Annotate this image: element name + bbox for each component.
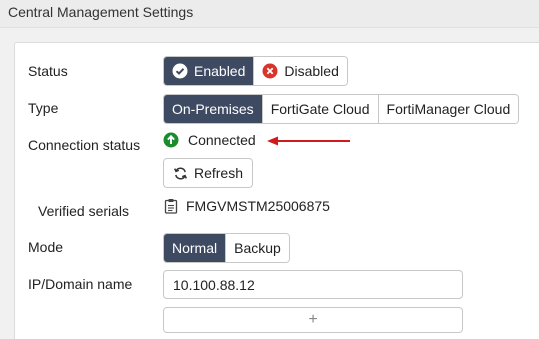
refresh-label: Refresh bbox=[193, 165, 244, 181]
mode-normal-button[interactable]: Normal bbox=[164, 234, 227, 262]
mode-backup-label: Backup bbox=[234, 240, 281, 256]
page-header: Central Management Settings bbox=[0, 0, 539, 28]
type-fortigate-cloud-label: FortiGate Cloud bbox=[270, 101, 370, 117]
plus-icon: + bbox=[308, 311, 318, 328]
page-title: Central Management Settings bbox=[8, 4, 194, 20]
verified-serials-label: Verified serials bbox=[38, 203, 130, 219]
type-toggle: On-Premises FortiGate Cloud FortiManager… bbox=[163, 94, 520, 124]
type-on-premises-label: On-Premises bbox=[172, 101, 254, 117]
status-disabled-button[interactable]: Disabled bbox=[254, 57, 347, 85]
refresh-icon bbox=[173, 166, 188, 181]
ip-domain-label: IP/Domain name bbox=[28, 276, 133, 292]
type-on-premises-button[interactable]: On-Premises bbox=[164, 95, 263, 123]
mode-toggle: Normal Backup bbox=[163, 233, 290, 263]
add-ip-button[interactable]: + bbox=[163, 307, 463, 333]
check-circle-icon bbox=[172, 63, 188, 79]
type-fortimanager-cloud-label: FortiManager Cloud bbox=[386, 101, 511, 117]
connection-status-value: Connected bbox=[188, 132, 256, 148]
annotation-arrow-icon bbox=[267, 136, 350, 146]
status-enabled-label: Enabled bbox=[194, 63, 246, 79]
status-label: Status bbox=[28, 63, 68, 79]
type-fortimanager-cloud-button[interactable]: FortiManager Cloud bbox=[378, 95, 519, 123]
mode-normal-label: Normal bbox=[172, 240, 218, 256]
x-circle-icon bbox=[262, 63, 278, 79]
status-toggle: Enabled Disabled bbox=[163, 56, 348, 86]
verified-serial-value: FMGVMSTM25006875 bbox=[186, 198, 330, 214]
type-fortigate-cloud-button[interactable]: FortiGate Cloud bbox=[262, 95, 379, 123]
status-enabled-button[interactable]: Enabled bbox=[164, 57, 255, 85]
clipboard-icon bbox=[164, 198, 178, 214]
mode-label: Mode bbox=[28, 239, 64, 255]
arrow-up-circle-icon bbox=[163, 132, 179, 148]
refresh-button[interactable]: Refresh bbox=[163, 158, 253, 188]
mode-backup-button[interactable]: Backup bbox=[226, 234, 289, 262]
status-disabled-label: Disabled bbox=[284, 63, 339, 79]
ip-domain-value: 10.100.88.12 bbox=[173, 276, 255, 293]
ip-domain-input[interactable]: 10.100.88.12 bbox=[163, 270, 463, 299]
connection-status: Connected bbox=[163, 130, 256, 150]
type-label: Type bbox=[28, 100, 59, 116]
verified-serial-item: FMGVMSTM25006875 bbox=[164, 196, 330, 216]
connection-status-label: Connection status bbox=[28, 137, 141, 153]
